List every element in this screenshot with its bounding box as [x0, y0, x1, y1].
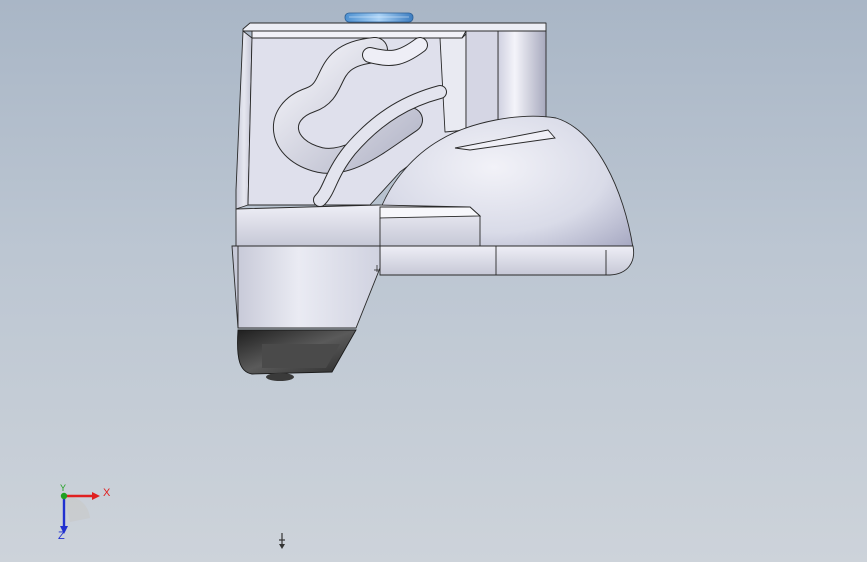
graphics-viewport[interactable]: X Y Z — [0, 0, 867, 562]
origin-marker-icon — [277, 532, 287, 550]
horizontal-rail[interactable] — [235, 204, 482, 247]
z-axis-label: Z — [58, 530, 65, 542]
base-rail[interactable] — [379, 245, 635, 276]
lower-block[interactable] — [231, 245, 381, 329]
y-axis-label: Y — [60, 483, 67, 493]
x-axis-label: X — [103, 487, 111, 499]
cad-part-model[interactable] — [0, 0, 867, 562]
coordinate-triad-icon: X Y Z — [46, 482, 116, 544]
bottom-pad[interactable] — [237, 329, 357, 381]
top-cap[interactable] — [344, 12, 414, 23]
